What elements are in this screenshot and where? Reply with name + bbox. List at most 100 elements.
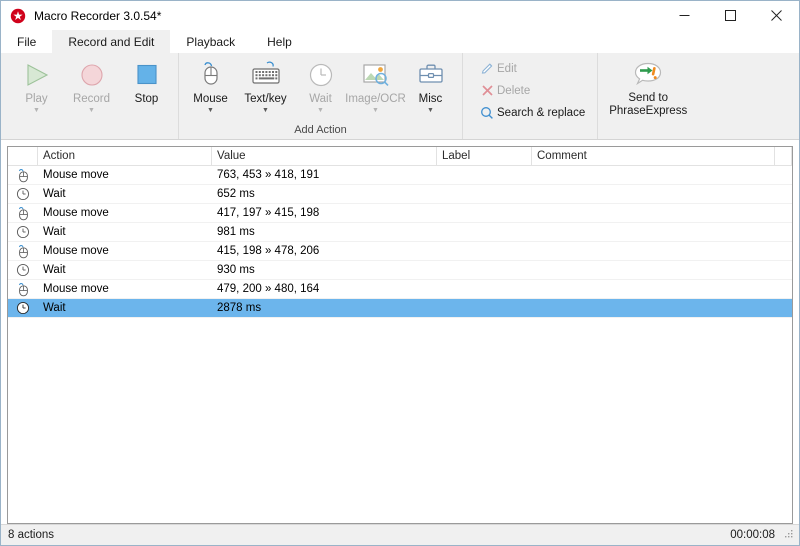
wait-label: Wait xyxy=(309,93,332,105)
mouse-icon xyxy=(196,59,226,91)
tab-playback[interactable]: Playback xyxy=(170,30,251,53)
table-row[interactable]: Mouse move 763, 453 » 418, 191 xyxy=(8,166,792,185)
row-action: Mouse move xyxy=(38,283,212,295)
maximize-icon[interactable] xyxy=(707,1,753,30)
edit-tools-group-spacer xyxy=(467,123,593,139)
row-action: Wait xyxy=(38,188,212,200)
ribbon-group-add-action: Mouse ▼ xyxy=(178,53,462,139)
macro-recorder-window: Macro Recorder 3.0.54* File Record and E… xyxy=(0,0,800,546)
column-header-comment[interactable]: Comment xyxy=(532,147,775,165)
image-ocr-chevron-down-icon[interactable]: ▼ xyxy=(372,106,379,115)
send-label-line1: Send to xyxy=(628,92,668,104)
transport-group-spacer xyxy=(9,123,174,139)
record-label: Record xyxy=(73,93,110,105)
clock-icon xyxy=(307,59,335,91)
play-button[interactable]: Play ▼ xyxy=(9,53,64,115)
search-replace-label: Search & replace xyxy=(497,107,585,119)
send-label-line2: PhraseExpress xyxy=(609,105,687,117)
image-ocr-icon xyxy=(360,59,392,91)
ribbon-group-send: Send to PhraseExpress xyxy=(597,53,698,139)
record-button[interactable]: Record ▼ xyxy=(64,53,119,115)
table-row[interactable]: Mouse move 479, 200 » 480, 164 xyxy=(8,280,792,299)
wait-button[interactable]: Wait ▼ xyxy=(293,53,348,115)
column-header-value[interactable]: Value xyxy=(212,147,437,165)
table-row[interactable]: Wait 981 ms xyxy=(8,223,792,242)
delete-button[interactable]: Delete xyxy=(477,81,585,100)
tab-file[interactable]: File xyxy=(1,30,52,53)
window-controls xyxy=(661,1,799,30)
stop-square-icon xyxy=(134,59,160,91)
misc-button[interactable]: Misc ▼ xyxy=(403,53,458,115)
table-row[interactable]: Wait 930 ms xyxy=(8,261,792,280)
record-chevron-down-icon[interactable]: ▼ xyxy=(88,106,95,115)
text-key-chevron-down-icon[interactable]: ▼ xyxy=(262,106,269,115)
mouse-icon xyxy=(8,168,38,183)
table-row[interactable]: Mouse move 415, 198 » 478, 206 xyxy=(8,242,792,261)
resize-grip-icon[interactable] xyxy=(783,528,794,542)
minimize-icon[interactable] xyxy=(661,1,707,30)
row-action: Wait xyxy=(38,226,212,238)
window-title: Macro Recorder 3.0.54* xyxy=(34,10,161,22)
row-action: Wait xyxy=(38,302,212,314)
search-replace-button[interactable]: Search & replace xyxy=(477,103,585,122)
send-to-phraseexpress-button[interactable]: Send to PhraseExpress xyxy=(602,53,694,118)
row-value: 479, 200 » 480, 164 xyxy=(212,283,437,295)
clock-icon xyxy=(8,225,38,239)
record-circle-icon xyxy=(78,59,106,91)
clock-icon xyxy=(8,263,38,277)
column-header-label[interactable]: Label xyxy=(437,147,532,165)
keyboard-icon xyxy=(249,59,283,91)
clock-icon xyxy=(8,187,38,201)
speech-bubble-arrow-icon xyxy=(631,59,665,89)
macro-recorder-icon xyxy=(10,8,26,24)
row-value: 417, 197 » 415, 198 xyxy=(212,207,437,219)
stop-label: Stop xyxy=(135,93,159,105)
briefcase-icon xyxy=(416,59,446,91)
row-action: Mouse move xyxy=(38,245,212,257)
row-value: 981 ms xyxy=(212,226,437,238)
row-value: 652 ms xyxy=(212,188,437,200)
stop-button[interactable]: Stop xyxy=(119,53,174,105)
pencil-icon xyxy=(477,61,497,77)
mouse-icon xyxy=(8,244,38,259)
row-value: 2878 ms xyxy=(212,302,437,314)
table-row[interactable]: Mouse move 417, 197 » 415, 198 xyxy=(8,204,792,223)
title-bar: Macro Recorder 3.0.54* xyxy=(1,1,799,30)
play-chevron-down-icon[interactable]: ▼ xyxy=(33,106,40,115)
mouse-icon xyxy=(8,282,38,297)
misc-chevron-down-icon[interactable]: ▼ xyxy=(427,106,434,115)
mouse-chevron-down-icon[interactable]: ▼ xyxy=(207,106,214,115)
table-row[interactable]: Wait 2878 ms xyxy=(8,299,792,318)
column-header-action[interactable]: Action xyxy=(38,147,212,165)
wait-chevron-down-icon[interactable]: ▼ xyxy=(317,106,324,115)
delete-label: Delete xyxy=(497,85,530,97)
row-value: 415, 198 » 478, 206 xyxy=(212,245,437,257)
text-key-label: Text/key xyxy=(244,93,286,105)
column-header-icon[interactable] xyxy=(8,147,38,165)
ribbon-tabs: File Record and Edit Playback Help xyxy=(1,30,799,53)
action-list-header: Action Value Label Comment xyxy=(8,147,792,166)
mouse-button[interactable]: Mouse ▼ xyxy=(183,53,238,115)
action-count-label: 8 actions xyxy=(8,529,54,541)
table-row[interactable]: Wait 652 ms xyxy=(8,185,792,204)
send-to-phraseexpress-label: Send to PhraseExpress xyxy=(609,92,687,118)
edit-label: Edit xyxy=(497,63,517,75)
tab-help[interactable]: Help xyxy=(251,30,308,53)
ribbon-group-edit-tools: Edit Delete xyxy=(462,53,597,139)
row-action: Mouse move xyxy=(38,169,212,181)
close-icon[interactable] xyxy=(753,1,799,30)
text-key-button[interactable]: Text/key ▼ xyxy=(238,53,293,115)
action-list[interactable]: Action Value Label Comment Mouse move 76… xyxy=(7,146,793,524)
row-action: Wait xyxy=(38,264,212,276)
image-ocr-button[interactable]: Image/OCR ▼ xyxy=(348,53,403,115)
edit-button[interactable]: Edit xyxy=(477,59,585,78)
column-header-filler[interactable] xyxy=(775,147,792,165)
play-triangle-icon xyxy=(22,59,52,91)
clock-icon xyxy=(8,301,38,315)
ribbon-group-transport: Play ▼ Record ▼ xyxy=(5,53,178,139)
mouse-label: Mouse xyxy=(193,93,228,105)
tab-record-and-edit[interactable]: Record and Edit xyxy=(52,30,170,53)
status-bar: 8 actions 00:00:08 xyxy=(1,524,799,545)
magnifier-icon xyxy=(477,105,497,121)
action-list-rows: Mouse move 763, 453 » 418, 191 Wait 652 … xyxy=(8,166,792,523)
